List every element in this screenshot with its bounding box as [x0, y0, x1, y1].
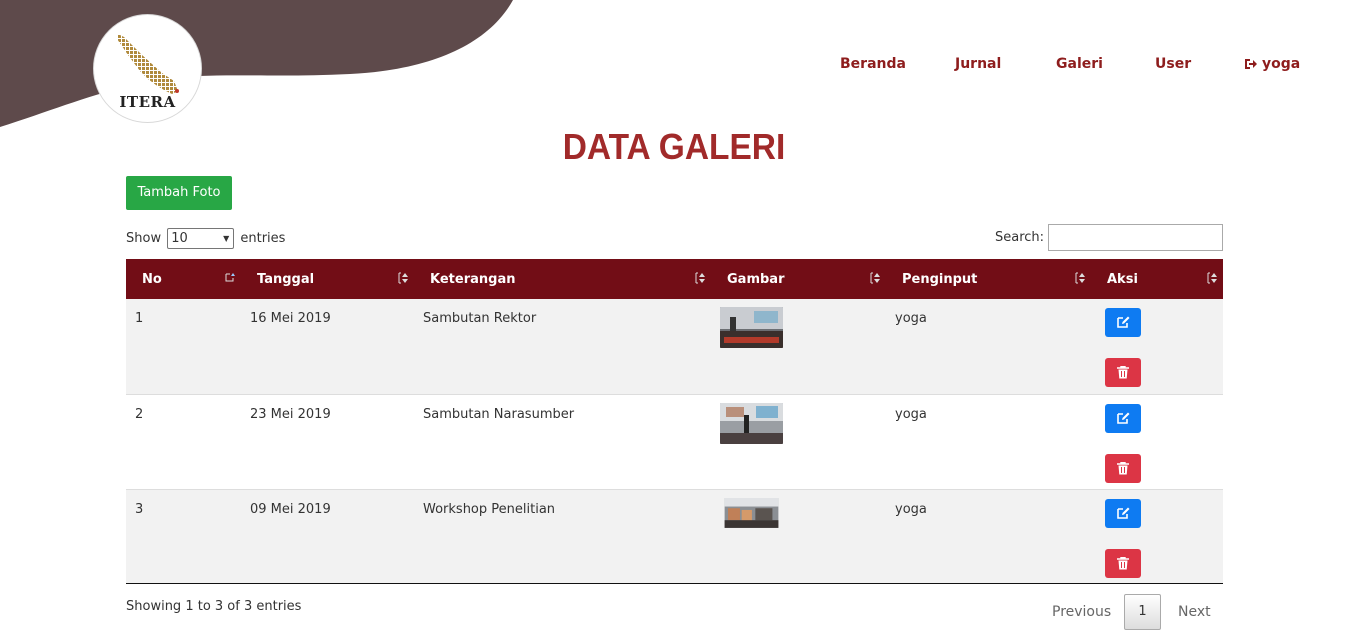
table-row: 3 09 Mei 2019 Workshop Penelitian yoga: [126, 489, 1223, 583]
cell-no: 3: [135, 501, 144, 517]
cell-author: yoga: [895, 406, 927, 422]
cell-description: Sambutan Narasumber: [423, 406, 575, 422]
nav-beranda[interactable]: Beranda: [840, 56, 906, 72]
sort-icon: [398, 272, 408, 286]
logo-text: ITERA: [119, 93, 176, 111]
cell-image: [711, 394, 886, 489]
col-header-tanggal[interactable]: Tanggal: [241, 259, 414, 299]
table-row: 2 23 Mei 2019 Sambutan Narasumber yoga: [126, 394, 1223, 489]
col-header-aksi-label: Aksi: [1107, 271, 1138, 287]
sign-out-icon: [1244, 58, 1258, 74]
search-input[interactable]: [1048, 224, 1223, 251]
cell-actions: [1091, 394, 1223, 489]
nav-user[interactable]: User: [1155, 56, 1191, 72]
edit-icon: [1117, 316, 1130, 328]
previous-page-button[interactable]: Previous: [1052, 604, 1111, 620]
cell-no: 1: [135, 311, 144, 326]
next-page-button[interactable]: Next: [1178, 604, 1211, 620]
trash-icon: [1117, 556, 1129, 569]
gallery-table: No Tanggal Keterangan Gambar Penginput A…: [126, 259, 1223, 584]
cell-date: 09 Mei 2019: [250, 501, 331, 517]
nav-galeri[interactable]: Galeri: [1056, 56, 1103, 72]
search-label: Search:: [995, 230, 1045, 245]
cell-no: 2: [135, 406, 144, 422]
edit-button[interactable]: [1105, 403, 1141, 433]
sort-icon: [1207, 272, 1217, 286]
trash-icon: [1117, 461, 1129, 474]
sort-icon: [695, 272, 705, 286]
edit-button[interactable]: [1105, 498, 1141, 528]
gallery-thumbnail[interactable]: [720, 307, 783, 348]
cell-date: 23 Mei 2019: [250, 406, 331, 422]
cell-description: Workshop Penelitian: [423, 501, 556, 517]
cell-date: 16 Mei 2019: [250, 311, 331, 326]
edit-icon: [1117, 412, 1130, 424]
add-photo-button[interactable]: Tambah Foto: [126, 176, 232, 210]
col-header-gambar-label: Gambar: [727, 271, 785, 287]
trash-icon: [1117, 366, 1129, 379]
gallery-thumbnail[interactable]: [720, 497, 783, 533]
chevron-down-icon: ▼: [223, 234, 230, 243]
delete-button[interactable]: [1105, 548, 1141, 578]
show-label: Show: [126, 231, 162, 246]
col-header-keterangan[interactable]: Keterangan: [414, 259, 711, 299]
sort-asc-icon: [225, 272, 235, 284]
col-header-tanggal-label: Tanggal: [257, 271, 315, 287]
cell-image: [711, 489, 886, 583]
sort-icon: [1075, 272, 1085, 286]
col-header-penginput[interactable]: Penginput: [886, 259, 1091, 299]
sort-icon: [870, 272, 880, 286]
gallery-thumbnail[interactable]: [720, 402, 783, 444]
entries-label: entries: [240, 231, 286, 246]
cell-actions: [1091, 299, 1223, 394]
page-title: DATA GALERI: [562, 126, 786, 167]
page-length-control: Show 10 ▼ entries: [126, 228, 285, 249]
page-length-value: 10: [171, 231, 188, 246]
cell-actions: [1091, 489, 1223, 583]
table-header-row: No Tanggal Keterangan Gambar Penginput A…: [126, 259, 1223, 299]
col-header-aksi[interactable]: Aksi: [1091, 259, 1223, 299]
cell-image: [711, 299, 886, 394]
col-header-penginput-label: Penginput: [902, 271, 978, 287]
table-info: Showing 1 to 3 of 3 entries: [126, 599, 302, 614]
col-header-keterangan-label: Keterangan: [430, 271, 516, 287]
edit-icon: [1117, 507, 1130, 519]
col-header-no-label: No: [142, 271, 162, 287]
page-1-button[interactable]: 1: [1124, 594, 1161, 630]
delete-button[interactable]: [1105, 358, 1141, 387]
col-header-no[interactable]: No: [126, 259, 241, 299]
cell-author: yoga: [895, 311, 927, 326]
table-row: 1 16 Mei 2019 Sambutan Rektor yoga: [126, 299, 1223, 394]
cell-description: Sambutan Rektor: [423, 311, 537, 326]
itera-logo[interactable]: ITERA: [93, 14, 202, 123]
sumatra-map-icon: [117, 34, 179, 94]
account-name: yoga: [1262, 56, 1301, 72]
delete-button[interactable]: [1105, 453, 1141, 483]
col-header-gambar[interactable]: Gambar: [711, 259, 886, 299]
nav-jurnal[interactable]: Jurnal: [955, 56, 1001, 72]
edit-button[interactable]: [1105, 308, 1141, 337]
page-length-select[interactable]: 10 ▼: [167, 228, 235, 249]
nav-account[interactable]: yoga: [1244, 56, 1300, 74]
header-wave: [0, 0, 513, 127]
cell-author: yoga: [895, 501, 927, 517]
